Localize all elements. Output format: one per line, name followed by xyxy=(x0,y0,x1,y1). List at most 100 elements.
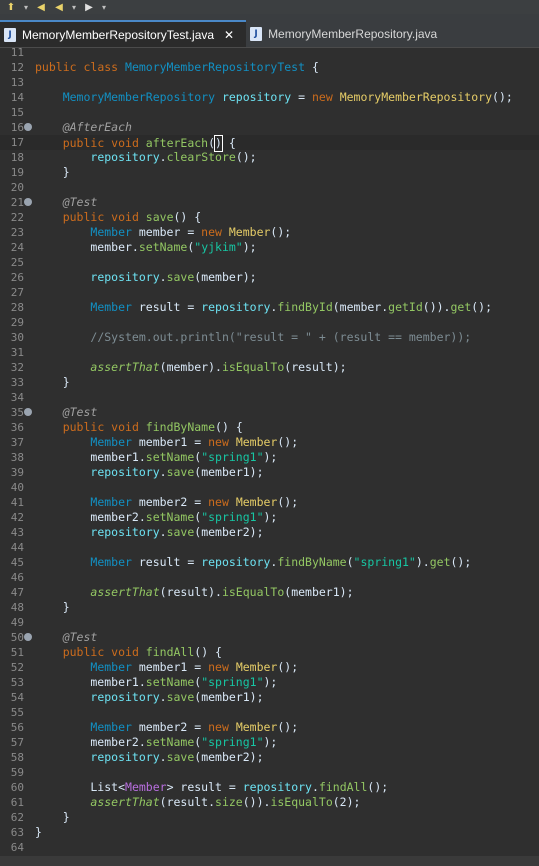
code-line[interactable]: 31 xyxy=(0,345,539,360)
code-line[interactable]: 53 member1.setName("spring1"); xyxy=(0,675,539,690)
chevron-down-icon[interactable]: ▾ xyxy=(70,1,78,13)
code-line[interactable]: 20 xyxy=(0,180,539,195)
code-line[interactable]: 43 repository.save(member2); xyxy=(0,525,539,540)
code-token: "spring1" xyxy=(201,675,264,689)
code-line[interactable]: 57 member2.setName("spring1"); xyxy=(0,735,539,750)
fold-toggle-icon[interactable] xyxy=(24,123,32,131)
arrow-right-icon[interactable]: ▶ xyxy=(82,1,96,13)
chevron-down-icon[interactable]: ▾ xyxy=(22,1,30,13)
code-line[interactable]: 32 assertThat(member).isEqualTo(result); xyxy=(0,360,539,375)
code-token: repository xyxy=(90,270,160,284)
pin-icon[interactable]: ⬆ xyxy=(4,1,18,13)
line-number: 36 xyxy=(10,421,24,434)
code-line[interactable]: 48 } xyxy=(0,600,539,615)
fold-toggle-icon[interactable] xyxy=(24,408,32,416)
code-line[interactable]: 19 } xyxy=(0,165,539,180)
code-line[interactable]: 37 Member member1 = new Member(); xyxy=(0,435,539,450)
code-line[interactable]: 24 member.setName("yjkim"); xyxy=(0,240,539,255)
code-line[interactable]: 63} xyxy=(0,825,539,840)
code-token: save xyxy=(166,690,195,704)
code-line[interactable]: 45 Member result = repository.findByName… xyxy=(0,555,539,570)
code-line[interactable]: 13 xyxy=(0,75,539,90)
code-token: (member2); xyxy=(194,750,264,764)
code-line[interactable]: 21 @Test xyxy=(0,195,539,210)
code-token: isEqualTo xyxy=(270,795,333,809)
code-line[interactable]: 22 public void save() { xyxy=(0,210,539,225)
code-editor[interactable]: 11 12 public class MemoryMemberRepositoryT… xyxy=(0,45,539,856)
code-line[interactable]: 49 xyxy=(0,615,539,630)
code-line[interactable]: 41 Member member2 = new Member(); xyxy=(0,495,539,510)
code-token: void xyxy=(111,136,146,150)
code-line[interactable]: 47 assertThat(result).isEqualTo(member1)… xyxy=(0,585,539,600)
code-text: repository.save(member2); xyxy=(35,750,264,765)
line-number: 42 xyxy=(10,511,24,524)
code-token: Member xyxy=(90,660,139,674)
code-line[interactable]: 44 xyxy=(0,540,539,555)
code-line[interactable]: 30 //System.out.println("result = " + (r… xyxy=(0,330,539,345)
code-line[interactable]: 23 Member member = new Member(); xyxy=(0,225,539,240)
fold-toggle-icon[interactable] xyxy=(24,198,32,206)
tab-memory-member-repository-test[interactable]: J MemoryMemberRepositoryTest.java ✕ xyxy=(0,20,247,47)
code-line[interactable]: 26 repository.save(member); xyxy=(0,270,539,285)
code-token: public xyxy=(62,136,112,150)
code-token: size xyxy=(215,795,243,809)
line-number: 38 xyxy=(10,451,24,464)
code-line[interactable]: 64 xyxy=(0,840,539,855)
line-number: 13 xyxy=(10,76,24,89)
code-line[interactable]: 16 @AfterEach xyxy=(0,120,539,135)
code-line[interactable]: 55 xyxy=(0,705,539,720)
code-token: save xyxy=(145,210,174,224)
chevron-down-icon[interactable]: ▾ xyxy=(100,1,108,13)
code-line[interactable]: 29 xyxy=(0,315,539,330)
code-token: "spring1" xyxy=(201,510,264,524)
code-line[interactable]: 28 Member result = repository.findById(m… xyxy=(0,300,539,315)
code-text: assertThat(member).isEqualTo(result); xyxy=(35,360,346,375)
code-line[interactable]: 40 xyxy=(0,480,539,495)
code-line[interactable]: 11 xyxy=(0,45,539,60)
line-number: 17 xyxy=(10,136,24,149)
code-line[interactable]: 54 repository.save(member1); xyxy=(0,690,539,705)
line-number: 33 xyxy=(10,376,24,389)
code-line[interactable]: 60 List<Member> result = repository.find… xyxy=(0,780,539,795)
code-line[interactable]: 34 xyxy=(0,390,539,405)
code-line[interactable]: 56 Member member2 = new Member(); xyxy=(0,720,539,735)
code-line[interactable]: 58 repository.save(member2); xyxy=(0,750,539,765)
code-line[interactable]: 46 xyxy=(0,570,539,585)
code-line[interactable]: 14 MemoryMemberRepository repository = n… xyxy=(0,90,539,105)
close-icon[interactable]: ✕ xyxy=(222,28,236,42)
code-token: isEqualTo xyxy=(221,360,285,374)
tab-memory-member-repository[interactable]: J MemoryMemberRepository.java xyxy=(246,20,447,47)
code-line[interactable]: 17 public void afterEach() { xyxy=(0,135,539,152)
code-line[interactable]: 59 xyxy=(0,765,539,780)
code-line[interactable]: 36 public void findByName() { xyxy=(0,420,539,435)
code-line[interactable]: 15 xyxy=(0,105,539,120)
code-line[interactable]: 27 xyxy=(0,285,539,300)
code-line[interactable]: 51 public void findAll() { xyxy=(0,645,539,660)
code-line[interactable]: 33 } xyxy=(0,375,539,390)
code-token: Member xyxy=(235,720,278,734)
code-line[interactable]: 62 } xyxy=(0,810,539,825)
code-line[interactable]: 42 member2.setName("spring1"); xyxy=(0,510,539,525)
fold-toggle-icon[interactable] xyxy=(24,633,32,641)
code-token: (); xyxy=(367,780,389,794)
code-line[interactable]: 39 repository.save(member1); xyxy=(0,465,539,480)
code-line[interactable]: 35 @Test xyxy=(0,405,539,420)
arrow-left-icon[interactable]: ◀ xyxy=(34,1,48,13)
code-token: save xyxy=(166,750,195,764)
code-line[interactable]: 52 Member member1 = new Member(); xyxy=(0,660,539,675)
code-token: getId xyxy=(388,300,423,314)
code-text: } xyxy=(35,810,70,825)
code-line[interactable]: 50 @Test xyxy=(0,630,539,645)
code-line[interactable]: 18 repository.clearStore(); xyxy=(0,150,539,165)
code-token: = xyxy=(291,90,312,104)
arrow-left-icon[interactable]: ◀ xyxy=(52,1,66,13)
code-line[interactable]: 12 public class MemoryMemberRepositoryTes… xyxy=(0,60,539,75)
code-token: (); xyxy=(235,150,257,164)
line-number: 60 xyxy=(10,781,24,794)
code-line[interactable]: 38 member1.setName("spring1"); xyxy=(0,450,539,465)
code-text: assertThat(result.size()).isEqualTo(2); xyxy=(35,795,360,810)
code-line[interactable]: 61 assertThat(result.size()).isEqualTo(2… xyxy=(0,795,539,810)
code-line[interactable]: 25 xyxy=(0,255,539,270)
